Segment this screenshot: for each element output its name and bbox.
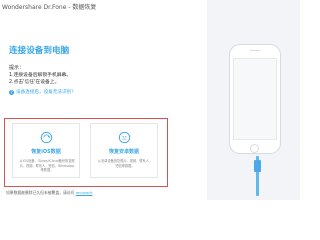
recover-ios-title: 恢复iOS数据 [31, 149, 61, 155]
help-link-label: 设备连接后，设备无法识别？ [16, 90, 76, 95]
recover-ios-description: 从iOS设备、iTunes/iCloud备份恢复照片、视频、联系人、短信、Wha… [19, 159, 75, 173]
recover-android-title: 恢复安卓数据 [108, 149, 139, 155]
usb-plug [254, 160, 261, 172]
recover-ios-card[interactable]: 恢复iOS数据 从iOS设备、iTunes/iCloud备份恢复照片、视频、联系… [12, 123, 80, 178]
tip-item: 1.连接设备后解锁手机屏幕。 [9, 73, 72, 78]
recover-android-card[interactable]: 恢复安卓数据 从安卓设备恢复照片、视频、联系人、短信等数据。 [90, 123, 158, 178]
recoverit-link[interactable]: recoverit [76, 190, 93, 195]
footer-note: 如果数据被删除已久但未被覆盖，请访问 recoverit [6, 190, 92, 196]
tips-title: 提示： [9, 65, 25, 71]
page-heading: 连接设备到电脑 [9, 46, 70, 56]
recover-ios-icon [40, 131, 53, 144]
recover-android-description: 从安卓设备恢复照片、视频、联系人、短信等数据。 [97, 159, 153, 168]
phone-screen [233, 58, 277, 140]
help-link[interactable]: ? 设备连接后，设备无法识别？ [9, 89, 76, 95]
tip-item: 2.点击'信任'在设备上。 [9, 80, 60, 85]
recover-android-icon [118, 131, 131, 144]
help-icon: ? [9, 89, 14, 95]
phone-home-button [250, 144, 259, 153]
app-title: Wondershare Dr.Fone - 数据恢复 [2, 4, 97, 11]
footer-note-text: 如果数据被删除已久但未被覆盖，请访问 [6, 190, 75, 195]
